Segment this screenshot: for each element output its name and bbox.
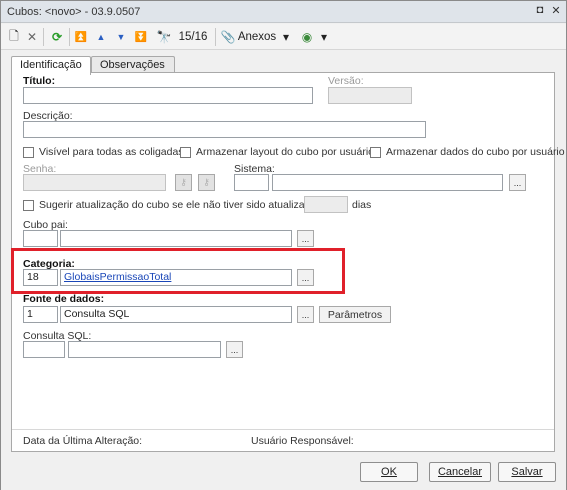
titulo-field[interactable] xyxy=(23,87,313,104)
descricao-field[interactable] xyxy=(23,121,426,138)
parametros-button[interactable]: Parâmetros xyxy=(319,306,391,323)
dialog-window: Cubos: <novo> - 03.9.0507 ◘ ✕ 🗋 ✕ ⟳ ⏫ ▲ … xyxy=(0,0,567,490)
find-icon[interactable]: 🔭 xyxy=(156,28,172,46)
senha-unlock-icon: ⚷ xyxy=(198,174,215,191)
sugerir-label: Sugerir atualização do cubo se ele não t… xyxy=(39,199,331,211)
ok-button[interactable]: OK xyxy=(360,462,418,482)
close-icon[interactable]: ✕ xyxy=(549,4,563,17)
save-label: Salvar xyxy=(511,466,543,478)
record-counter: 15/16 xyxy=(178,31,208,43)
consulta-lookup-button[interactable]: ... xyxy=(226,341,243,358)
footer-divider xyxy=(12,429,554,430)
armazenar-dados-label: Armazenar dados do cubo por usuário xyxy=(386,146,565,158)
fonte-name-field[interactable]: Consulta SQL xyxy=(60,306,292,323)
usuario-responsavel-label: Usuário Responsável: xyxy=(251,435,354,447)
dias-label: dias xyxy=(352,199,372,211)
titulo-label: Título: xyxy=(23,75,56,87)
next-record-icon[interactable]: ▼ xyxy=(114,28,128,46)
senha-field xyxy=(23,174,166,191)
chevron-down-icon[interactable]: ▾ xyxy=(319,28,329,46)
sugerir-checkbox[interactable] xyxy=(23,200,34,211)
toolbar: 🗋 ✕ ⟳ ⏫ ▲ ▼ ⏬ 🔭 15/16 📎 Anexos ▾ ◉ ▾ xyxy=(1,24,566,50)
versao-label: Versão: xyxy=(328,75,364,87)
dialog-footer: OK Cancelar Salvar xyxy=(1,459,566,490)
data-alteracao-label: Data da Última Alteração: xyxy=(23,435,143,447)
window-title: Cubos: <novo> - 03.9.0507 xyxy=(7,6,141,18)
cubo-pai-code-field[interactable] xyxy=(23,230,58,247)
last-record-icon[interactable]: ⏬ xyxy=(134,28,148,46)
fonte-lookup-button[interactable]: ... xyxy=(297,306,314,323)
previous-record-icon[interactable]: ▲ xyxy=(94,28,108,46)
armazenar-layout-checkbox[interactable] xyxy=(180,147,191,158)
tab-identificacao[interactable]: Identificação xyxy=(11,56,91,75)
title-bar: Cubos: <novo> - 03.9.0507 ◘ ✕ xyxy=(1,1,566,23)
visivel-label: Visível para todas as coligadas xyxy=(39,146,184,158)
first-record-icon[interactable]: ⏫ xyxy=(74,28,88,46)
attachment-icon[interactable]: 📎 xyxy=(221,28,236,46)
visivel-checkbox[interactable] xyxy=(23,147,34,158)
cancel-label: Cancelar xyxy=(437,466,483,478)
refresh-icon[interactable]: ⟳ xyxy=(49,28,65,46)
save-button[interactable]: Salvar xyxy=(498,462,556,482)
cubo-pai-name-field[interactable] xyxy=(60,230,292,247)
fonte-code-field[interactable]: 1 xyxy=(23,306,58,323)
armazenar-dados-checkbox[interactable] xyxy=(370,147,381,158)
globe-icon[interactable]: ◉ xyxy=(299,28,315,46)
sistema-code-field[interactable] xyxy=(234,174,269,191)
dias-field[interactable] xyxy=(304,196,348,213)
delete-icon[interactable]: ✕ xyxy=(25,28,39,46)
fonte-dados-label: Fonte de dados: xyxy=(23,293,105,305)
toolbar-separator xyxy=(69,28,70,46)
categoria-highlight-box xyxy=(11,248,345,294)
pin-icon[interactable]: ◘ xyxy=(533,4,547,16)
sistema-lookup-button[interactable]: ... xyxy=(509,174,526,191)
toolbar-separator xyxy=(215,28,216,46)
consulta-name-field[interactable] xyxy=(68,341,221,358)
versao-field xyxy=(328,87,412,104)
attachments-menu[interactable]: Anexos xyxy=(237,28,277,46)
chevron-down-icon[interactable]: ▾ xyxy=(281,28,291,46)
cancel-button[interactable]: Cancelar xyxy=(429,462,491,482)
ok-label: OK xyxy=(381,466,397,478)
toolbar-separator xyxy=(43,28,44,46)
cubo-pai-lookup-button[interactable]: ... xyxy=(297,230,314,247)
new-record-icon[interactable]: 🗋 xyxy=(7,28,21,46)
consulta-code-field[interactable] xyxy=(23,341,65,358)
armazenar-layout-label: Armazenar layout do cubo por usuário xyxy=(196,146,375,158)
senha-lock-icon: ⚷ xyxy=(175,174,192,191)
sistema-name-field[interactable] xyxy=(272,174,503,191)
